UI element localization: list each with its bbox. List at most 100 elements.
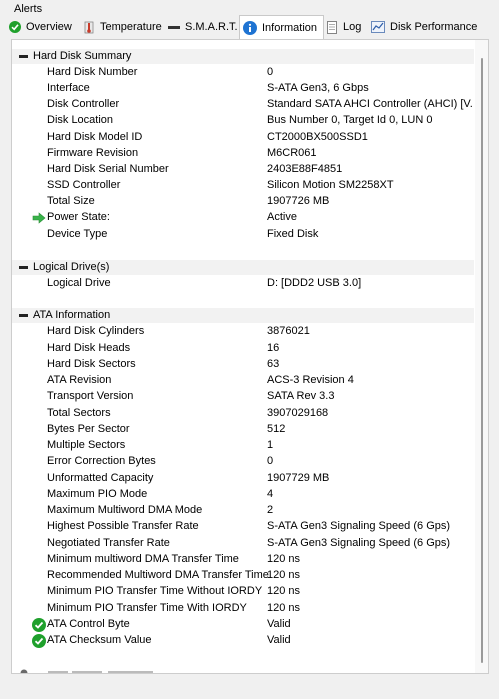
- tab-log[interactable]: Log: [326, 16, 361, 38]
- table-row[interactable]: Interface S-ATA Gen3, 6 Gbps: [12, 81, 474, 97]
- information-panel: Hard Disk Summary Hard Disk Number 0 Inte…: [11, 39, 489, 674]
- row-label: ATA Revision: [47, 374, 112, 386]
- row-label: Disk Location: [47, 114, 114, 126]
- bottom-bar: [0, 680, 499, 699]
- row-label: Firmware Revision: [47, 147, 139, 159]
- table-row[interactable]: Transport Version SATA Rev 3.3: [12, 389, 474, 405]
- row-label: Interface: [47, 82, 90, 94]
- table-row[interactable]: Recommended Multiword DMA Transfer Time 1…: [12, 568, 474, 584]
- group-header-hard-disk-summary[interactable]: Hard Disk Summary: [12, 49, 474, 64]
- table-row[interactable]: Multiple Sectors 1: [12, 438, 474, 454]
- table-row[interactable]: Power State: Active: [12, 210, 474, 226]
- table-row[interactable]: Disk Location Bus Number 0, Target Id 0, …: [12, 113, 474, 129]
- table-row[interactable]: Hard Disk Heads 16: [12, 341, 474, 357]
- group-title: ATA Information: [33, 309, 111, 321]
- collapse-icon[interactable]: [19, 266, 28, 269]
- alerts-label[interactable]: Alerts: [14, 3, 42, 15]
- row-value: 0: [267, 455, 274, 467]
- row-label: Highest Possible Transfer Rate: [47, 520, 199, 532]
- table-row[interactable]: Total Size 1907726 MB: [12, 194, 474, 210]
- table-row[interactable]: Highest Possible Transfer Rate S-ATA Gen3…: [12, 519, 474, 535]
- tab-log-label: Log: [343, 21, 362, 33]
- tab-temperature-label: Temperature: [100, 21, 162, 33]
- table-row[interactable]: ATA Revision ACS-3 Revision 4: [12, 373, 474, 389]
- tab-information-label: Information: [262, 21, 318, 34]
- row-value: 0: [267, 66, 274, 78]
- row-value: 63: [267, 358, 280, 370]
- table-row[interactable]: Hard Disk Sectors 63: [12, 357, 474, 373]
- row-label: Minimum PIO Transfer Time Without IORDY: [47, 585, 263, 597]
- row-label: Hard Disk Number: [47, 66, 138, 78]
- tab-overview-label: Overview: [26, 21, 72, 33]
- scroll-thumb[interactable]: [481, 58, 483, 663]
- thermometer-icon: [83, 21, 95, 34]
- table-row[interactable]: Firmware Revision M6CR061: [12, 146, 474, 162]
- row-label: Power State:: [47, 211, 110, 223]
- row-label: SSD Controller: [47, 179, 121, 191]
- table-row[interactable]: Total Sectors 3907029168: [12, 406, 474, 422]
- row-value: ACS-3 Revision 4: [267, 374, 354, 386]
- row-label: Hard Disk Model ID: [47, 131, 143, 143]
- tab-overview[interactable]: Overview: [9, 16, 72, 38]
- row-value: S-ATA Gen3, 6 Gbps: [267, 82, 369, 94]
- table-row[interactable]: ATA Checksum Value Valid: [12, 633, 474, 649]
- tab-information[interactable]: Information: [239, 15, 325, 39]
- row-value: 1: [267, 439, 274, 451]
- table-row[interactable]: Minimum multiword DMA Transfer Time 120 n…: [12, 552, 474, 568]
- row-value: Valid: [267, 618, 291, 630]
- vertical-scrollbar[interactable]: [475, 40, 488, 673]
- tab-smart-label: S.M.A.R.T.: [185, 21, 238, 33]
- table-row[interactable]: Bytes Per Sector 512: [12, 422, 474, 438]
- row-label: Hard Disk Sectors: [47, 358, 136, 370]
- table-row[interactable]: Minimum PIO Transfer Time Without IORDY 1…: [12, 584, 474, 600]
- tab-smart[interactable]: S.M.A.R.T.: [168, 16, 238, 38]
- row-value: 16: [267, 342, 280, 354]
- table-row[interactable]: Maximum PIO Mode 4: [12, 487, 474, 503]
- table-row[interactable]: SSD Controller Silicon Motion SM2258XT: [12, 178, 474, 194]
- tab-disk-performance-label: Disk Performance: [390, 21, 478, 33]
- table-row[interactable]: Error Correction Bytes 0: [12, 454, 474, 470]
- check-circle-icon: [9, 21, 21, 33]
- row-value: 120 ns: [267, 585, 301, 597]
- row-label: Hard Disk Heads: [47, 342, 131, 354]
- table-row[interactable]: Device Type Fixed Disk: [12, 227, 474, 243]
- table-row[interactable]: Unformatted Capacity 1907729 MB: [12, 471, 474, 487]
- row-label: Maximum Multiword DMA Mode: [47, 504, 203, 516]
- table-row[interactable]: Maximum Multiword DMA Mode 2: [12, 503, 474, 519]
- smart-bar-icon: [168, 21, 180, 33]
- row-label: Minimum multiword DMA Transfer Time: [47, 553, 239, 565]
- tab-temperature[interactable]: Temperature: [83, 16, 162, 38]
- row-label: Total Sectors: [47, 407, 111, 419]
- alerts-bar[interactable]: Alerts: [0, 0, 499, 16]
- collapse-icon[interactable]: [19, 314, 28, 317]
- row-value: 512: [267, 423, 286, 435]
- row-value: 120 ns: [267, 569, 301, 581]
- row-value: 2403E88F4851: [267, 163, 343, 175]
- table-row[interactable]: Hard Disk Serial Number 2403E88F4851: [12, 162, 474, 178]
- row-value: 4: [267, 488, 274, 500]
- group-header-ata-information[interactable]: ATA Information: [12, 308, 474, 323]
- table-row[interactable]: Hard Disk Number 0: [12, 65, 474, 81]
- row-value: 3876021: [267, 325, 310, 337]
- tab-bar: Overview Temperature S.M.A.R.T. Informat…: [0, 15, 499, 39]
- table-row[interactable]: Disk Controller Standard SATA AHCI Contro…: [12, 97, 474, 113]
- table-row[interactable]: Minimum PIO Transfer Time With IORDY 120 …: [12, 601, 474, 617]
- tab-disk-performance[interactable]: Disk Performance: [371, 16, 477, 38]
- table-row[interactable]: Hard Disk Model ID CT2000BX500SSD1: [12, 130, 474, 146]
- table-row[interactable]: Hard Disk Cylinders 3876021: [12, 324, 474, 340]
- table-row[interactable]: ATA Control Byte Valid: [12, 617, 474, 633]
- row-value: 120 ns: [267, 602, 301, 614]
- row-label: Transport Version: [47, 390, 134, 402]
- group-header-logical-drives[interactable]: Logical Drive(s): [12, 260, 474, 275]
- row-value: D: [DDD2 USB 3.0]: [267, 277, 362, 289]
- row-value: 1907726 MB: [267, 195, 330, 207]
- info-icon: [243, 20, 257, 35]
- group-title: Logical Drive(s): [33, 261, 110, 273]
- table-row[interactable]: Negotiated Transfer Rate S-ATA Gen3 Signa…: [12, 536, 474, 552]
- row-value: Valid: [267, 634, 291, 646]
- group-title: Hard Disk Summary: [33, 50, 132, 62]
- row-value: 3907029168: [267, 407, 329, 419]
- collapse-icon[interactable]: [19, 55, 28, 58]
- row-label: Negotiated Transfer Rate: [47, 537, 170, 549]
- table-row[interactable]: Logical Drive D: [DDD2 USB 3.0]: [12, 276, 474, 292]
